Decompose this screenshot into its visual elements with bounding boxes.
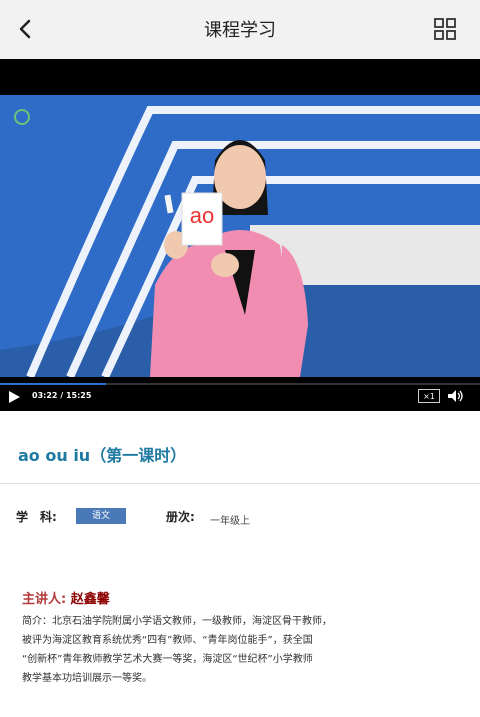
video-player[interactable]: ao 03:22 / 15:25 ×1 bbox=[0, 59, 480, 411]
subject-label: 学 科: bbox=[16, 510, 57, 524]
speed-button[interactable]: ×1 bbox=[418, 389, 440, 403]
play-icon[interactable] bbox=[8, 391, 20, 403]
video-frame: ao bbox=[0, 95, 480, 411]
lecturer-bio: 简介：北京石油学院附属小学语文教师，一级教师，海淀区骨干教师， 被评为海淀区教育… bbox=[22, 612, 462, 688]
bio-line: 简介：北京石油学院附属小学语文教师，一级教师，海淀区骨干教师， bbox=[22, 616, 332, 627]
video-controls: 03:22 / 15:25 ×1 bbox=[0, 377, 480, 411]
lecturer-line: 主讲人: 赵鑫馨 bbox=[22, 588, 110, 607]
flashcard-text: ao bbox=[189, 203, 215, 228]
subject-badge: 语文 bbox=[76, 508, 126, 524]
grid-icon[interactable] bbox=[434, 18, 456, 40]
progress-bar[interactable] bbox=[0, 383, 480, 385]
volume-value: 一年级上 bbox=[210, 516, 250, 527]
page-title: 课程学习 bbox=[204, 20, 276, 41]
volume-icon[interactable] bbox=[448, 390, 464, 402]
top-bar: 课程学习 bbox=[0, 0, 480, 59]
lecturer-label: 主讲人: bbox=[22, 592, 67, 607]
course-title: ao ou iu（第一课时） bbox=[18, 446, 187, 465]
divider bbox=[0, 483, 480, 484]
bio-line: 被评为海淀区教育系统优秀“四有”教师、“青年岗位能手”，获全国 bbox=[22, 635, 313, 646]
volume-label: 册次: bbox=[166, 510, 195, 524]
time-display: 03:22 / 15:25 bbox=[32, 391, 92, 400]
lecturer-name: 赵鑫馨 bbox=[70, 592, 110, 607]
bio-line: “创新杯”青年教师教学艺术大赛一等奖，海淀区“世纪杯”小学教师 bbox=[22, 654, 313, 665]
bio-line: 教学基本功培训展示一等奖。 bbox=[22, 673, 152, 684]
